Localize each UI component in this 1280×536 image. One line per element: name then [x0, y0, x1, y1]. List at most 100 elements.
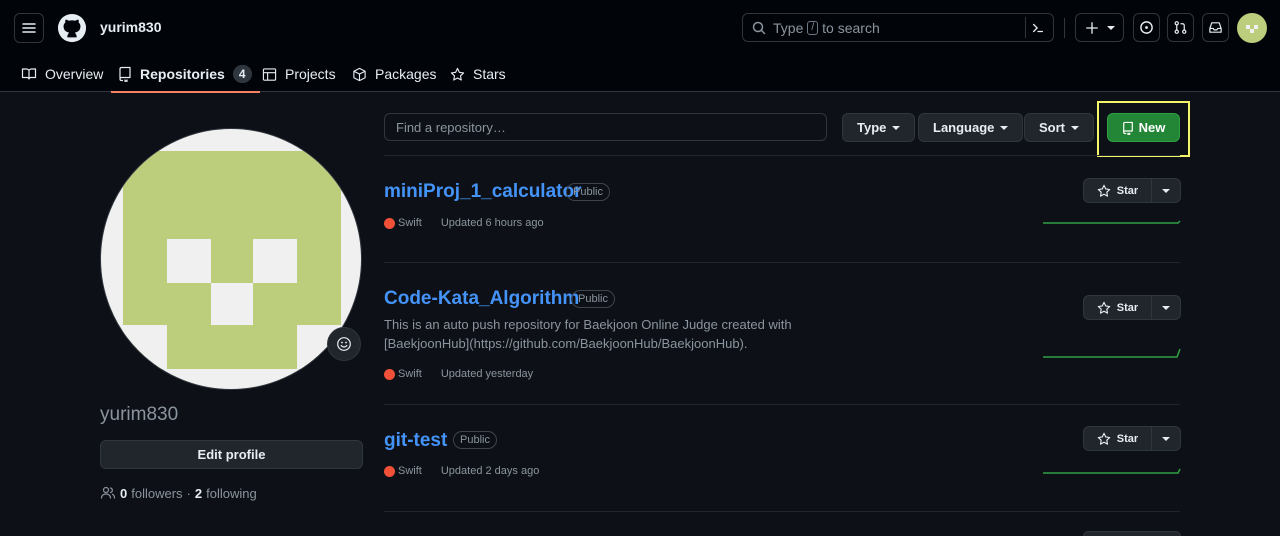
inbox-button[interactable]	[1202, 13, 1229, 42]
repo-meta: Swift Updated 6 hours ago	[384, 217, 544, 229]
header-username[interactable]: yurim830	[100, 19, 161, 35]
tab-projects[interactable]: Projects	[262, 56, 336, 92]
smiley-icon	[337, 337, 351, 351]
issue-icon	[1140, 21, 1153, 34]
language-filter-button[interactable]: Language	[918, 113, 1024, 142]
tab-overview[interactable]: Overview	[21, 56, 103, 92]
divider	[384, 155, 1180, 156]
star-label: Star	[1116, 184, 1139, 197]
star-button[interactable]: Star	[1084, 179, 1152, 202]
star-icon	[1097, 184, 1111, 197]
visibility-badge: Public	[453, 431, 497, 449]
following-count[interactable]: 2	[195, 486, 202, 501]
repo-description: This is an auto push repository for Baek…	[384, 317, 792, 351]
repo-language: Swift	[398, 217, 422, 229]
github-logo-icon[interactable]	[57, 13, 87, 43]
tab-stars[interactable]: Stars	[450, 56, 506, 92]
divider	[384, 404, 1180, 405]
repo-name-link[interactable]: miniProj_1_calculator	[384, 181, 581, 203]
book-icon	[21, 68, 37, 80]
tab-label: Overview	[45, 66, 104, 82]
set-status-button[interactable]	[327, 327, 361, 361]
repo-meta: Swift Updated 2 days ago	[384, 465, 539, 477]
repo-language: Swift	[398, 465, 422, 477]
chevron-down-icon	[1162, 436, 1170, 441]
chevron-down-icon	[1071, 125, 1079, 130]
language-color-dot	[384, 465, 395, 477]
repo-updated: Updated yesterday	[440, 368, 534, 380]
people-icon	[100, 486, 116, 499]
star-icon	[450, 67, 465, 81]
global-search[interactable]: Type / to search	[742, 13, 1054, 42]
language-color-dot	[384, 368, 395, 380]
star-list-dropdown[interactable]	[1152, 427, 1180, 450]
tab-packages[interactable]: Packages	[352, 56, 436, 92]
package-icon	[353, 67, 366, 81]
issues-button[interactable]	[1133, 13, 1160, 42]
followers-label[interactable]: followers	[131, 486, 182, 501]
search-suffix: to search	[822, 19, 880, 36]
tab-label: Stars	[473, 66, 506, 82]
star-list-dropdown[interactable]	[1152, 179, 1180, 202]
star-list-dropdown[interactable]	[1152, 296, 1180, 319]
type-filter-label: Type	[857, 120, 887, 135]
new-button-label: New	[1138, 120, 1166, 135]
pull-requests-button[interactable]	[1167, 13, 1194, 42]
divider	[384, 511, 1180, 512]
activity-sparkline	[1043, 220, 1181, 224]
search-prefix: Type	[773, 19, 804, 36]
inbox-icon	[1209, 22, 1222, 33]
repo-name-link[interactable]: Code-Kata_Algorithm	[384, 288, 579, 310]
star-label: Star	[1116, 301, 1139, 314]
search-shortcut-key: /	[807, 20, 819, 35]
header-divider	[1064, 18, 1065, 38]
table-icon	[262, 67, 277, 81]
tab-repositories[interactable]: Repositories 4	[111, 56, 260, 93]
profile-username: yurim830	[100, 404, 179, 425]
repo-updated: Updated 6 hours ago	[440, 217, 544, 229]
chevron-down-icon	[1162, 188, 1170, 193]
chevron-down-icon	[1162, 305, 1170, 310]
star-button-group: Star	[1083, 295, 1181, 320]
star-button-group: Star	[1083, 178, 1181, 203]
repo-name-link[interactable]: git-test	[384, 430, 447, 452]
pull-request-icon	[1174, 21, 1187, 34]
repo-icon	[119, 66, 131, 82]
edit-profile-button[interactable]: Edit profile	[100, 440, 363, 469]
global-header: yurim830 Type / to search Overview Repos…	[0, 0, 1280, 93]
star-icon	[1097, 301, 1111, 314]
repo-search-input[interactable]: Find a repository…	[384, 113, 827, 141]
repo-meta: Swift Updated yesterday	[384, 368, 533, 380]
star-button-group	[1083, 531, 1181, 536]
star-button[interactable]: Star	[1084, 427, 1152, 450]
language-filter-label: Language	[933, 120, 995, 135]
hamburger-icon	[22, 23, 36, 33]
create-new-button[interactable]	[1075, 13, 1124, 42]
tab-label: Projects	[285, 66, 336, 82]
star-icon	[1097, 432, 1111, 445]
visibility-badge: Public	[571, 290, 615, 308]
activity-sparkline	[1043, 348, 1181, 358]
sort-filter-button[interactable]: Sort	[1024, 113, 1094, 142]
repo-language: Swift	[398, 368, 422, 380]
following-label[interactable]: following	[206, 486, 257, 501]
follow-separator: ·	[186, 485, 191, 501]
divider	[384, 262, 1180, 263]
type-filter-button[interactable]: Type	[842, 113, 916, 142]
repo-count-badge: 4	[232, 65, 252, 83]
language-color-dot	[384, 217, 395, 229]
plus-icon	[1085, 21, 1098, 34]
new-repo-button[interactable]: New	[1107, 113, 1180, 142]
tab-label: Repositories	[140, 66, 225, 82]
menu-button[interactable]	[14, 13, 44, 43]
repo-icon	[1122, 121, 1133, 135]
star-button-group: Star	[1083, 426, 1181, 451]
activity-sparkline	[1043, 468, 1181, 474]
chevron-down-icon	[1000, 125, 1009, 130]
command-palette-icon[interactable]	[1025, 17, 1049, 38]
star-button[interactable]: Star	[1084, 296, 1152, 319]
profile-avatar[interactable]	[100, 128, 362, 390]
tab-label: Packages	[375, 66, 437, 82]
user-avatar[interactable]	[1237, 13, 1267, 43]
followers-count[interactable]: 0	[120, 486, 127, 501]
